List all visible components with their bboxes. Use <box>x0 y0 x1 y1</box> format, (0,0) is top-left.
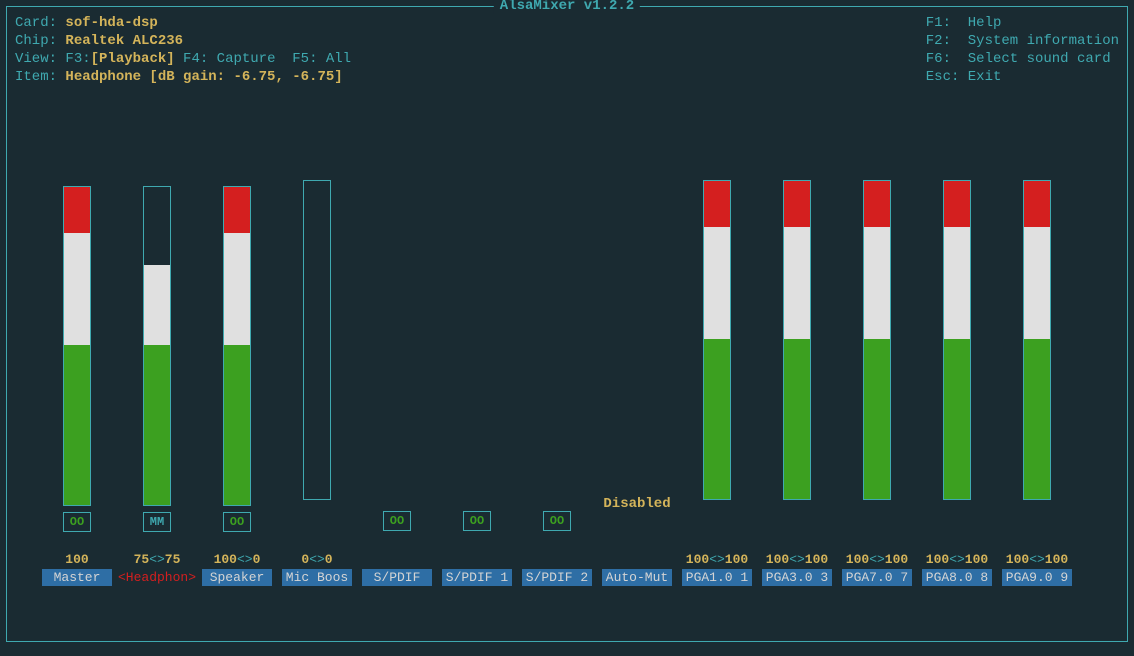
channel-Auto-Mute[interactable]: Disabled Auto-Mut <box>597 179 677 586</box>
volume-bar[interactable] <box>703 180 731 500</box>
channel-label[interactable]: <Headphon> <box>116 569 198 586</box>
header: Card: sof-hda-dsp Chip: Realtek ALC236 V… <box>7 7 1127 85</box>
channel-label[interactable]: PGA3.0 3 <box>762 569 832 586</box>
channel-PGA1.0[interactable]: 100<>100 PGA1.0 1 <box>677 180 757 586</box>
bar-spacer <box>543 185 571 505</box>
channel-Master[interactable]: OO 100 Master <box>37 186 117 586</box>
channel-Mic-Boost[interactable]: 0<>0 Mic Boos <box>277 180 357 586</box>
help-esc: Esc: Exit <box>926 69 1119 85</box>
volume-bar[interactable] <box>63 186 91 506</box>
channel-label[interactable]: PGA8.0 8 <box>922 569 992 586</box>
chip-label: Chip: <box>15 33 65 49</box>
channel-label[interactable]: Speaker <box>202 569 272 586</box>
mute-indicator[interactable]: OO <box>383 511 411 531</box>
channel-label[interactable]: S/PDIF 2 <box>522 569 592 586</box>
channel-label[interactable]: Auto-Mut <box>602 569 672 586</box>
window-title: AlsaMixer v1.2.2 <box>494 0 640 14</box>
channel-label[interactable]: PGA9.0 9 <box>1002 569 1072 586</box>
channel-Speaker[interactable]: OO 100<>0 Speaker <box>197 186 277 586</box>
mute-indicator[interactable]: OO <box>63 512 91 532</box>
view-playback[interactable]: [Playback] <box>91 51 175 67</box>
volume-value: 100<>100 <box>926 552 988 567</box>
volume-value: 100<>100 <box>1006 552 1068 567</box>
item-row: Item: Headphone [dB gain: -6.75, -6.75] <box>15 69 351 85</box>
view-row: View: F3:[Playback] F4: Capture F5: All <box>15 51 351 67</box>
channel-label[interactable]: Master <box>42 569 112 586</box>
channel-Headphone[interactable]: MM 75<>75 <Headphon> <box>117 186 197 586</box>
volume-value: 100 <box>65 552 88 567</box>
channel-PGA8.0[interactable]: 100<>100 PGA8.0 8 <box>917 180 997 586</box>
volume-value: 75<>75 <box>134 552 181 567</box>
chip-value: Realtek ALC236 <box>65 33 183 49</box>
view-f4[interactable]: F4: Capture <box>175 51 284 67</box>
channel-PGA7.0[interactable]: 100<>100 PGA7.0 7 <box>837 180 917 586</box>
view-f3[interactable]: F3: <box>65 51 90 67</box>
channel-label[interactable]: S/PDIF <box>362 569 432 586</box>
mute-indicator[interactable]: OO <box>543 511 571 531</box>
volume-bar[interactable] <box>943 180 971 500</box>
info-right: F1: Help F2: System information F6: Sele… <box>926 15 1119 85</box>
volume-value: 0<>0 <box>301 552 332 567</box>
volume-value: 100<>100 <box>766 552 828 567</box>
bar-spacer <box>383 185 411 505</box>
volume-value: 100<>0 <box>214 552 261 567</box>
bar-spacer <box>623 179 651 499</box>
help-f2: F2: System information <box>926 33 1119 49</box>
disabled-text: Disabled <box>603 496 670 512</box>
mute-indicator[interactable]: OO <box>223 512 251 532</box>
view-label: View: <box>15 51 65 67</box>
volume-value: 100<>100 <box>846 552 908 567</box>
channel-PGA9.0[interactable]: 100<>100 PGA9.0 9 <box>997 180 1077 586</box>
channel-SPDIF-1[interactable]: OO S/PDIF 1 <box>437 185 517 586</box>
volume-value: 100<>100 <box>686 552 748 567</box>
bar-spacer <box>463 185 491 505</box>
mixer-area: OO 100 Master MM 75<>75 <Headphon> OO 100<>0 Spe… <box>7 167 1127 586</box>
card-value: sof-hda-dsp <box>65 15 157 31</box>
volume-bar[interactable] <box>783 180 811 500</box>
item-value: Headphone [dB gain: -6.75, -6.75] <box>65 69 342 85</box>
volume-bar[interactable] <box>1023 180 1051 500</box>
channel-label[interactable]: PGA7.0 7 <box>842 569 912 586</box>
volume-bar[interactable] <box>143 186 171 506</box>
chip-row: Chip: Realtek ALC236 <box>15 33 351 49</box>
channel-SPDIF[interactable]: OO S/PDIF <box>357 185 437 586</box>
mute-indicator[interactable]: MM <box>143 512 171 532</box>
channel-SPDIF-2[interactable]: OO S/PDIF 2 <box>517 185 597 586</box>
volume-bar[interactable] <box>223 186 251 506</box>
help-f6: F6: Select sound card <box>926 51 1119 67</box>
volume-bar[interactable] <box>303 180 331 500</box>
channel-PGA3.0[interactable]: 100<>100 PGA3.0 3 <box>757 180 837 586</box>
view-f5[interactable]: F5: All <box>284 51 351 67</box>
volume-bar[interactable] <box>863 180 891 500</box>
item-label: Item: <box>15 69 65 85</box>
info-left: Card: sof-hda-dsp Chip: Realtek ALC236 V… <box>15 15 351 85</box>
card-label: Card: <box>15 15 65 31</box>
mute-indicator[interactable]: OO <box>463 511 491 531</box>
channel-label[interactable]: S/PDIF 1 <box>442 569 512 586</box>
card-row: Card: sof-hda-dsp <box>15 15 351 31</box>
channel-label[interactable]: PGA1.0 1 <box>682 569 752 586</box>
channel-label[interactable]: Mic Boos <box>282 569 352 586</box>
help-f1: F1: Help <box>926 15 1119 31</box>
alsamixer-window: AlsaMixer v1.2.2 Card: sof-hda-dsp Chip:… <box>6 6 1128 642</box>
